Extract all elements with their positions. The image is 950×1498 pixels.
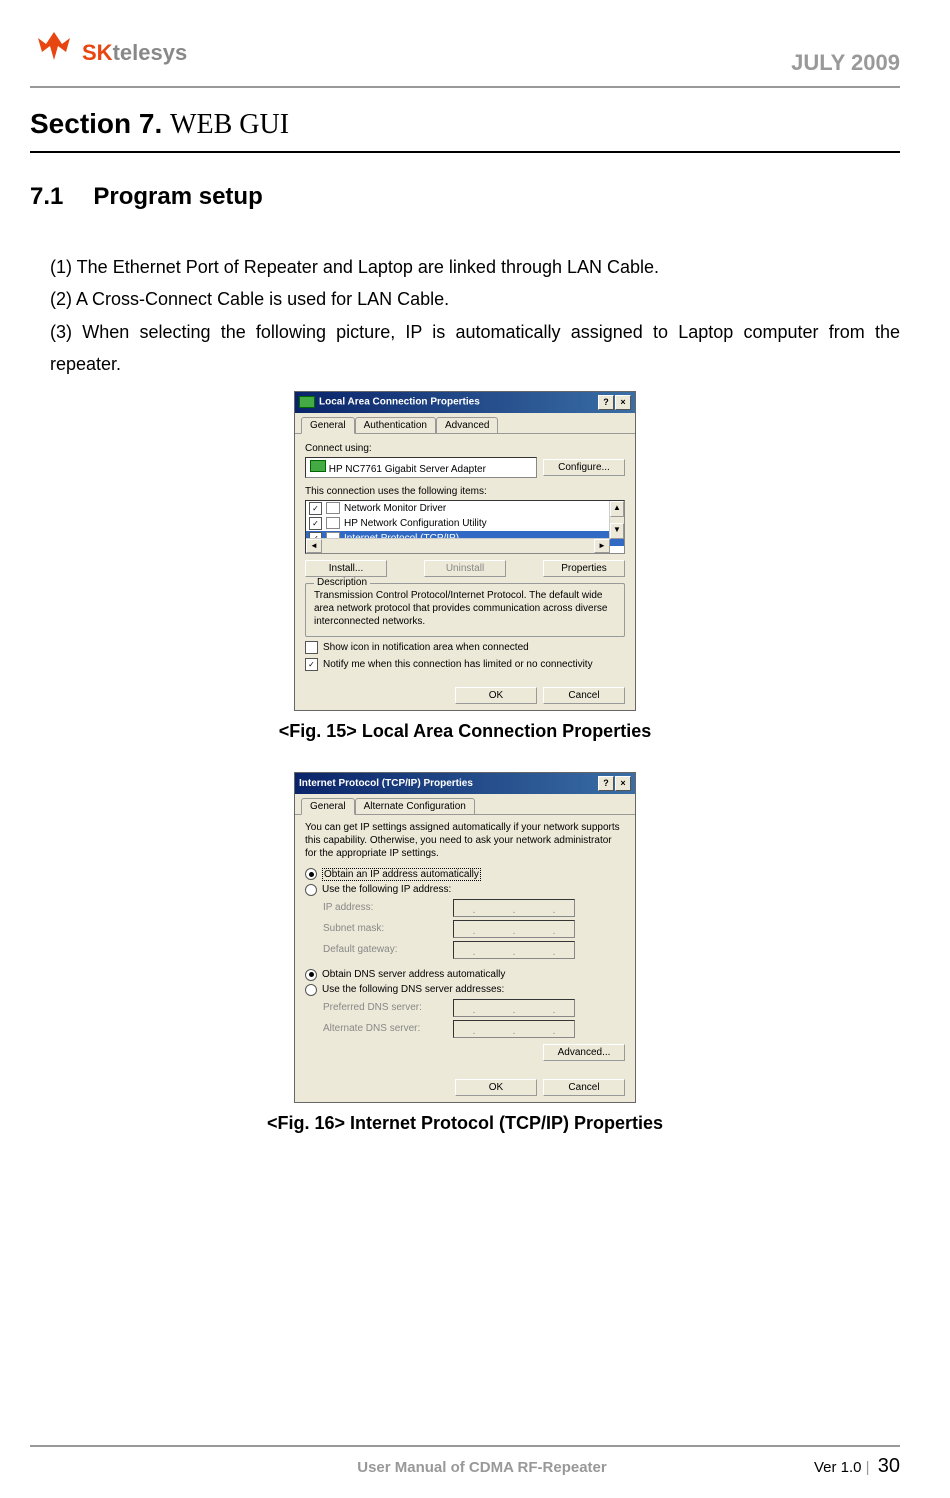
- items-listbox[interactable]: ✓ Network Monitor Driver ✓ HP Network Co…: [305, 500, 625, 554]
- tab-general[interactable]: General: [301, 798, 355, 815]
- manual-dns-radio[interactable]: [305, 984, 317, 996]
- manual-ip-label: Use the following IP address:: [322, 884, 451, 895]
- tab-authentication[interactable]: Authentication: [355, 417, 436, 433]
- intro-text: You can get IP settings assigned automat…: [305, 821, 625, 860]
- scroll-left-icon[interactable]: ◄: [306, 539, 322, 553]
- logo-text: telesys: [113, 40, 188, 65]
- item1-label: Network Monitor Driver: [344, 503, 446, 514]
- fig16-dialog: Internet Protocol (TCP/IP) Properties ? …: [294, 772, 636, 1103]
- adapter-name: HP NC7761 Gigabit Server Adapter: [329, 464, 486, 475]
- list-item: ✓ HP Network Configuration Utility: [306, 516, 624, 531]
- subsection-title: Program setup: [93, 183, 262, 211]
- logo-icon: [30, 30, 78, 76]
- auto-ip-radio[interactable]: [305, 868, 317, 880]
- fig16-caption: <Fig. 16> Internet Protocol (TCP/IP) Pro…: [30, 1113, 900, 1134]
- gateway-field: ...: [453, 941, 575, 959]
- driver-icon: [326, 502, 340, 514]
- section-name: WEB GUI: [170, 109, 289, 140]
- manual-ip-radio[interactable]: [305, 884, 317, 896]
- step-1: (1) The Ethernet Port of Repeater and La…: [50, 251, 900, 283]
- nic-icon: [310, 460, 326, 472]
- pref-dns-label: Preferred DNS server:: [323, 1002, 453, 1013]
- auto-ip-label: Obtain an IP address automatically: [322, 868, 481, 881]
- description-text: Transmission Control Protocol/Internet P…: [314, 589, 616, 628]
- header-rule: [30, 86, 900, 88]
- pref-dns-field: ...: [453, 999, 575, 1017]
- cancel-button[interactable]: Cancel: [543, 1079, 625, 1096]
- alt-dns-label: Alternate DNS server:: [323, 1023, 453, 1034]
- tab-advanced[interactable]: Advanced: [436, 417, 498, 433]
- configure-button[interactable]: Configure...: [543, 459, 625, 476]
- body-text: (1) The Ethernet Port of Repeater and La…: [50, 251, 900, 381]
- subnet-field: ...: [453, 920, 575, 938]
- advanced-button[interactable]: Advanced...: [543, 1044, 625, 1061]
- header-date: JULY 2009: [791, 50, 900, 76]
- ok-button[interactable]: OK: [455, 1079, 537, 1096]
- help-icon[interactable]: ?: [598, 776, 614, 791]
- logo: SKtelesys: [30, 30, 187, 76]
- step-2: (2) A Cross-Connect Cable is used for LA…: [50, 283, 900, 315]
- adapter-field: HP NC7761 Gigabit Server Adapter: [305, 457, 537, 478]
- notify-label: Notify me when this connection has limit…: [323, 659, 593, 670]
- section-prefix: Section 7.: [30, 108, 162, 139]
- fig16-title: Internet Protocol (TCP/IP) Properties: [299, 778, 473, 789]
- step-3: (3) When selecting the following picture…: [50, 316, 900, 381]
- driver-icon: [326, 517, 340, 529]
- fig16-titlebar[interactable]: Internet Protocol (TCP/IP) Properties ? …: [295, 773, 635, 794]
- subsection-heading: 7.1 Program setup: [30, 183, 900, 211]
- show-icon-checkbox[interactable]: [305, 641, 318, 654]
- section-rule: [30, 151, 900, 153]
- vertical-scrollbar[interactable]: ▲ ▼: [609, 501, 624, 539]
- subsection-number: 7.1: [30, 183, 63, 211]
- footer-page: 30: [878, 1455, 900, 1477]
- close-icon[interactable]: ×: [615, 395, 631, 410]
- fig15-caption: <Fig. 15> Local Area Connection Properti…: [30, 721, 900, 742]
- page-header: SKtelesys JULY 2009: [30, 30, 900, 76]
- fig16-tabs: General Alternate Configuration: [295, 794, 635, 815]
- properties-button[interactable]: Properties: [543, 560, 625, 577]
- checkbox-icon[interactable]: ✓: [309, 517, 322, 530]
- description-group: Description Transmission Control Protoco…: [305, 583, 625, 637]
- scroll-down-icon[interactable]: ▼: [610, 523, 624, 539]
- connect-using-label: Connect using:: [305, 443, 625, 454]
- items-label: This connection uses the following items…: [305, 486, 625, 497]
- list-item: ✓ Network Monitor Driver: [306, 501, 624, 516]
- uninstall-button: Uninstall: [424, 560, 506, 577]
- tab-alternate[interactable]: Alternate Configuration: [355, 798, 475, 814]
- horizontal-scrollbar[interactable]: ◄ ►: [306, 538, 610, 553]
- auto-dns-label: Obtain DNS server address automatically: [322, 969, 505, 980]
- install-button[interactable]: Install...: [305, 560, 387, 577]
- section-title: Section 7. WEB GUI: [30, 108, 900, 141]
- description-label: Description: [314, 577, 370, 588]
- footer-rule: [30, 1445, 900, 1447]
- fig15-title: Local Area Connection Properties: [319, 397, 480, 408]
- item2-label: HP Network Configuration Utility: [344, 518, 487, 529]
- tab-general[interactable]: General: [301, 417, 355, 434]
- gateway-label: Default gateway:: [323, 944, 453, 955]
- footer-manual: User Manual of CDMA RF-Repeater: [150, 1459, 814, 1476]
- help-icon[interactable]: ?: [598, 395, 614, 410]
- manual-dns-label: Use the following DNS server addresses:: [322, 984, 504, 995]
- scroll-up-icon[interactable]: ▲: [610, 501, 624, 517]
- footer-version: Ver 1.0: [814, 1459, 862, 1476]
- checkbox-icon[interactable]: ✓: [309, 502, 322, 515]
- cancel-button[interactable]: Cancel: [543, 687, 625, 704]
- nic-titlebar-icon: [299, 396, 315, 408]
- notify-checkbox[interactable]: ✓: [305, 658, 318, 671]
- subnet-label: Subnet mask:: [323, 923, 453, 934]
- fig15-tabs: General Authentication Advanced: [295, 413, 635, 434]
- page-footer: User Manual of CDMA RF-Repeater Ver 1.0 …: [30, 1437, 900, 1478]
- fig15-dialog: Local Area Connection Properties ? × Gen…: [294, 391, 636, 711]
- show-icon-label: Show icon in notification area when conn…: [323, 642, 529, 653]
- close-icon[interactable]: ×: [615, 776, 631, 791]
- ok-button[interactable]: OK: [455, 687, 537, 704]
- auto-dns-radio[interactable]: [305, 969, 317, 981]
- ip-address-label: IP address:: [323, 902, 453, 913]
- alt-dns-field: ...: [453, 1020, 575, 1038]
- fig15-titlebar[interactable]: Local Area Connection Properties ? ×: [295, 392, 635, 413]
- ip-address-field: ...: [453, 899, 575, 917]
- logo-prefix: SK: [82, 40, 113, 65]
- scroll-right-icon[interactable]: ►: [594, 539, 610, 553]
